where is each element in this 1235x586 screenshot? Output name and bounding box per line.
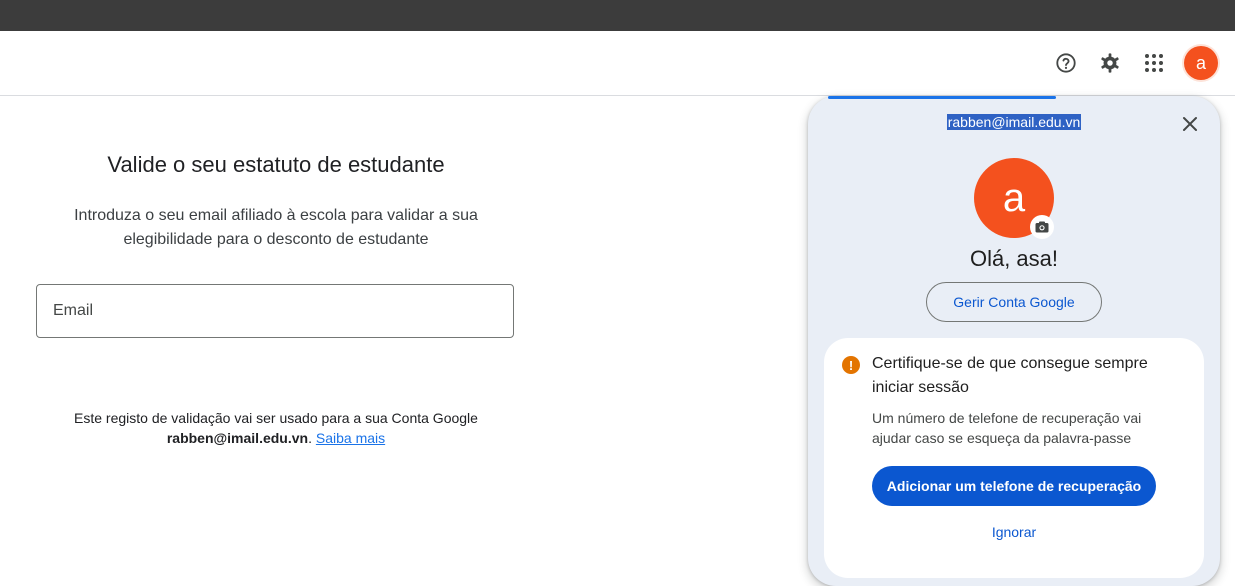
warning-icon: ! <box>842 356 860 374</box>
loading-progress-bar <box>828 96 1056 99</box>
card-body: Um número de telefone de recuperação vai… <box>872 410 1142 446</box>
close-icon[interactable] <box>1178 112 1202 136</box>
footnote: Este registo de validação vai ser usado … <box>36 408 516 448</box>
card-title: Certifique-se de que consegue sempre ini… <box>872 355 1148 396</box>
footnote-text: Este registo de validação vai ser usado … <box>74 410 478 426</box>
help-icon[interactable] <box>1054 51 1078 75</box>
manage-account-button[interactable]: Gerir Conta Google <box>926 282 1102 322</box>
footnote-separator: . <box>308 430 316 446</box>
settings-icon[interactable] <box>1098 51 1122 75</box>
footnote-email: rabben@imail.edu.vn <box>166 430 309 446</box>
greeting: Olá, asa! <box>969 246 1059 271</box>
email-input[interactable] <box>36 284 514 338</box>
account-avatar[interactable]: a <box>1184 46 1218 80</box>
ignore-link[interactable]: Ignorar <box>964 524 1064 540</box>
learn-more-link[interactable]: Saiba mais <box>316 430 385 446</box>
camera-icon[interactable] <box>1030 215 1054 239</box>
page-title: Valide o seu estatuto de estudante <box>107 152 445 177</box>
account-panel: rabben@imail.edu.vn a Olá, asa! Gerir Co… <box>808 96 1220 586</box>
account-email: rabben@imail.edu.vn <box>946 114 1082 130</box>
student-validation-form: Valide o seu estatuto de estudante Intro… <box>0 96 800 570</box>
recovery-phone-card: ! Certifique-se de que consegue sempre i… <box>824 338 1204 578</box>
apps-grid-icon[interactable] <box>1142 51 1166 75</box>
app-header: a <box>0 31 1235 96</box>
add-recovery-phone-button[interactable]: Adicionar um telefone de recuperação <box>872 466 1156 506</box>
browser-chrome-bar <box>0 0 1235 31</box>
page-subtitle: Introduza o seu email afiliado à escola … <box>74 207 478 248</box>
